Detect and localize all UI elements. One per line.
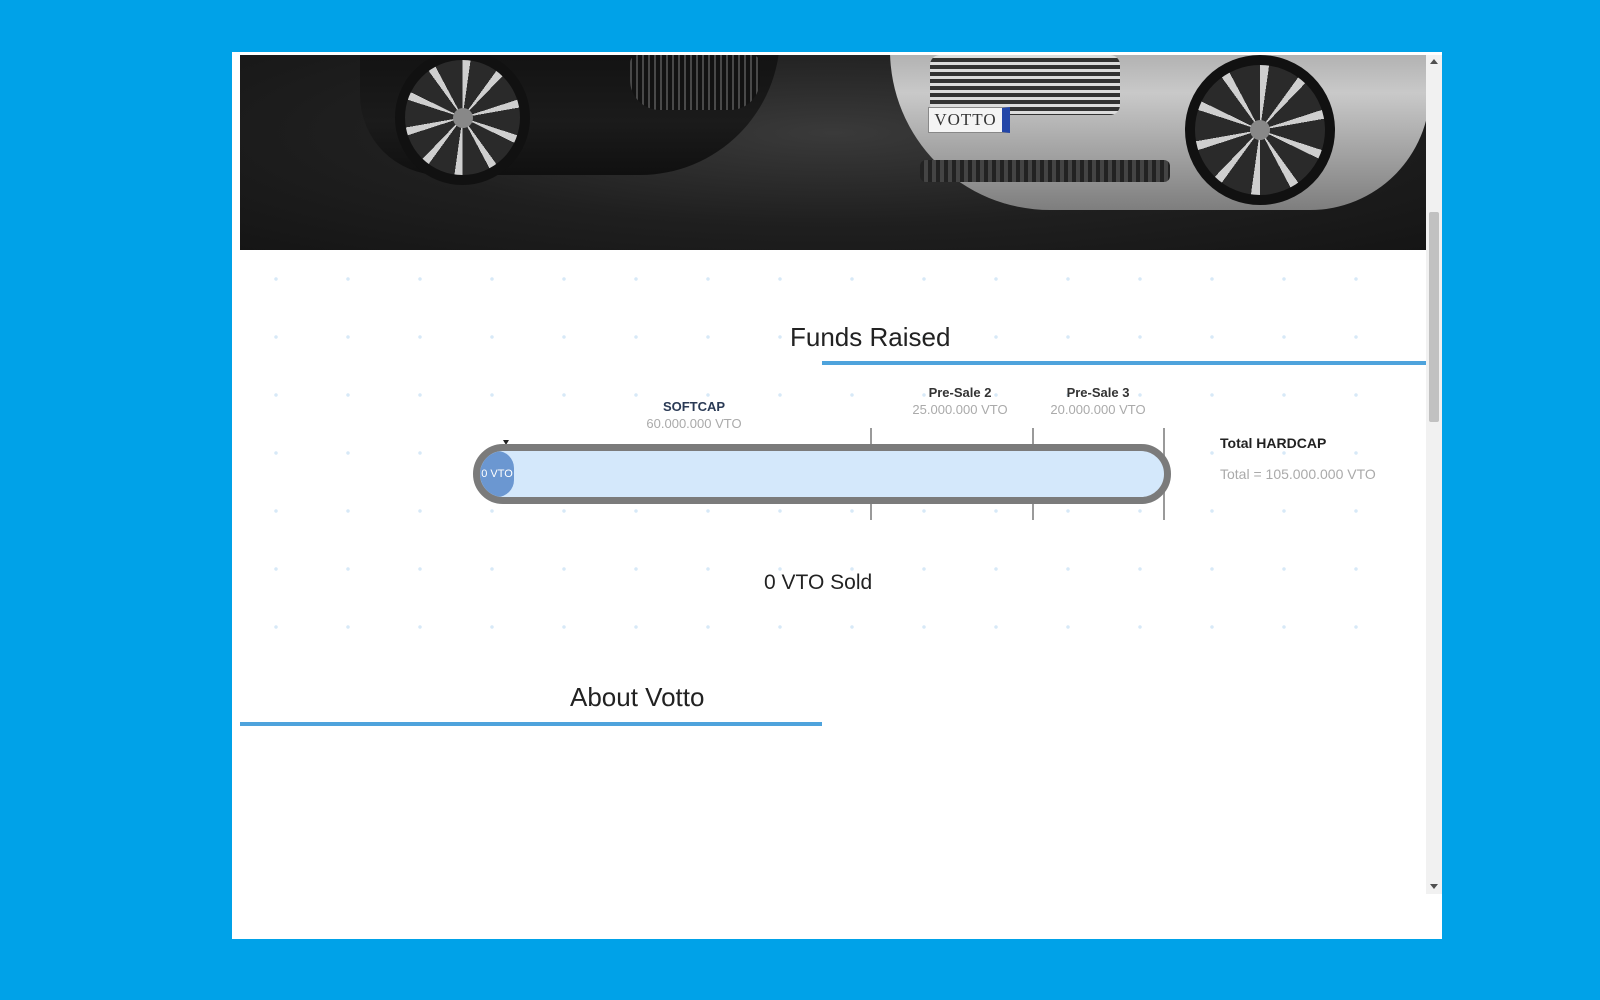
hero-banner: VOTTO <box>240 55 1426 250</box>
page-viewport: VOTTO Funds Raised SOFTCAP 60.000.000 VT… <box>240 55 1426 894</box>
tokens-sold-text: 0 VTO Sold <box>764 571 873 594</box>
presale-3-amount: 20.000.000 VTO <box>1050 402 1146 417</box>
scroll-down-arrow-icon[interactable] <box>1426 880 1442 894</box>
scrollbar-thumb[interactable] <box>1429 212 1439 422</box>
browser-window: VOTTO Funds Raised SOFTCAP 60.000.000 VT… <box>232 52 1442 939</box>
presale-2-milestone: Pre-Sale 2 25.000.000 VTO <box>900 385 1020 417</box>
about-votto-title: About Votto <box>570 682 705 712</box>
scroll-up-arrow-icon[interactable] <box>1426 55 1442 69</box>
car-grille <box>630 55 760 110</box>
hardcap-title: Total HARDCAP <box>1220 435 1327 451</box>
section-underline <box>822 361 1426 365</box>
hardcap-total: Total = 105.000.000 VTO <box>1220 466 1376 482</box>
presale-2-amount: 25.000.000 VTO <box>912 402 1008 417</box>
presale-3-milestone: Pre-Sale 3 20.000.000 VTO <box>1038 385 1158 417</box>
car-lower-grille <box>920 160 1170 182</box>
softcap-milestone: SOFTCAP 60.000.000 VTO <box>634 399 754 431</box>
hardcap-info: Total HARDCAP Total = 105.000.000 VTO <box>1220 435 1420 482</box>
softcap-amount: 60.000.000 VTO <box>646 416 742 431</box>
softcap-label: SOFTCAP <box>662 399 726 414</box>
car-wheel <box>1185 55 1335 205</box>
car-wheel <box>395 55 530 185</box>
vertical-scrollbar[interactable] <box>1426 55 1442 894</box>
license-plate: VOTTO <box>928 107 1010 133</box>
funds-progress-bar: 0 VTO <box>473 444 1171 504</box>
car-grille <box>930 55 1120 115</box>
progress-fill: 0 VTO <box>480 451 514 497</box>
presale-2-label: Pre-Sale 2 <box>928 385 992 400</box>
funds-raised-title: Funds Raised <box>790 322 951 352</box>
presale-3-label: Pre-Sale 3 <box>1066 385 1130 400</box>
section-underline <box>240 722 822 726</box>
